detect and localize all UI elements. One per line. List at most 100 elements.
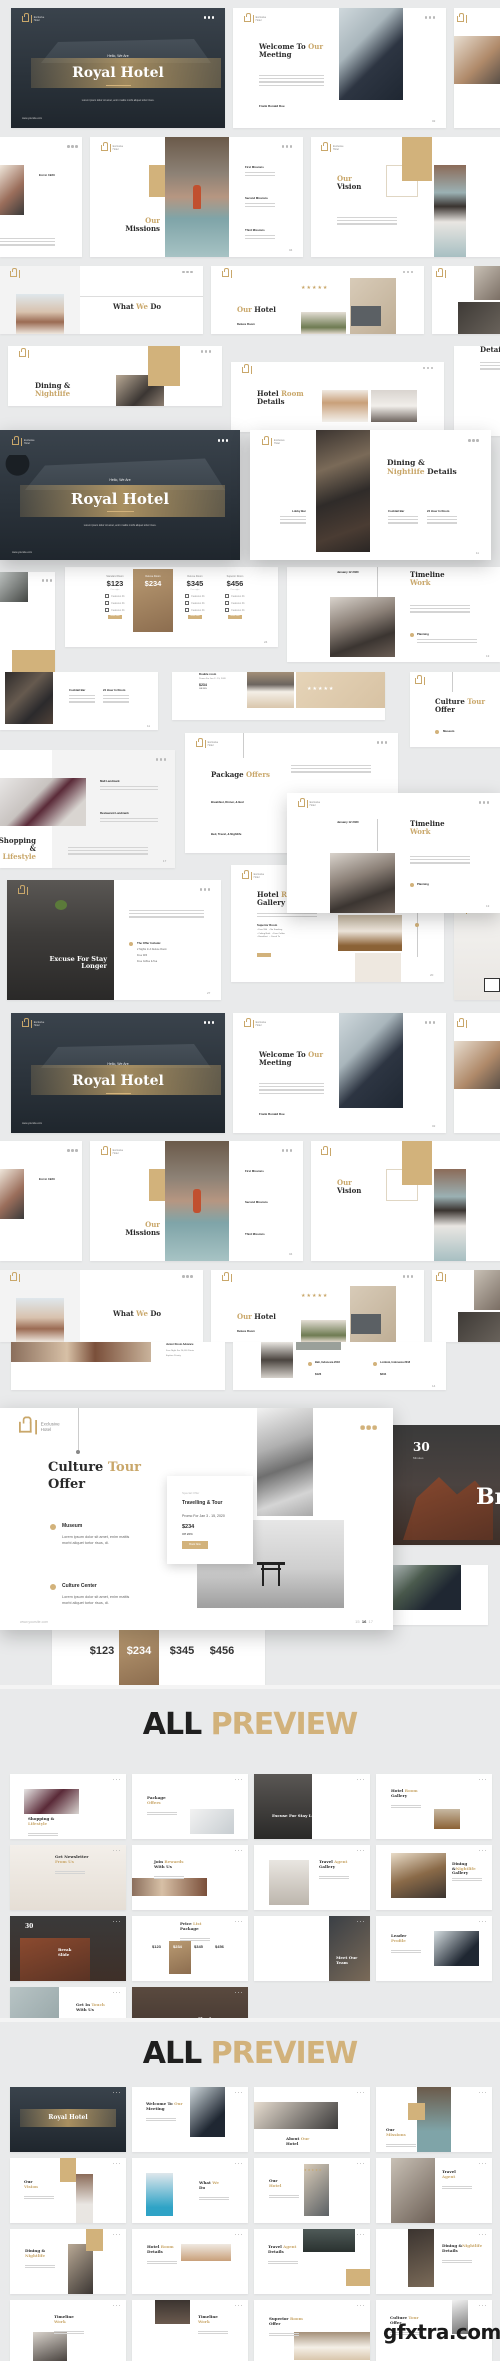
preview-thumbnail[interactable]: Hotel Room Details: [132, 2229, 248, 2294]
more-menu-icon[interactable]: [112, 1778, 121, 1781]
preview-thumbnail[interactable]: Dining & Nightlife: [10, 2229, 126, 2294]
preview-thumbnail[interactable]: Our Missions: [376, 2087, 492, 2152]
more-menu-icon[interactable]: [112, 1920, 121, 1923]
more-menu-icon[interactable]: [234, 1920, 243, 1923]
slide-what-we-do[interactable]: What We Do: [0, 1270, 203, 1342]
slide-double-room[interactable]: Double room Promo For Jan 3 - 15, 2020 $…: [172, 672, 385, 720]
slide-junior-room[interactable]: Junior Room Advance Free Night For 20,00…: [11, 1342, 225, 1390]
preview-thumbnail[interactable]: Get Newsletter From Us: [10, 1845, 126, 1910]
slide-break[interactable]: 30 Minutes Br: [393, 1425, 500, 1545]
more-menu-icon[interactable]: [478, 1778, 487, 1781]
slide-about-text[interactable]: Est in 1923: [0, 1141, 82, 1261]
preview-thumbnail[interactable]: Get In Touch With Us: [10, 1987, 126, 2018]
preview-thumbnail[interactable]: Shopping & Lifestyle: [10, 1774, 126, 1839]
more-menu-icon[interactable]: [356, 2233, 365, 2236]
more-menu-icon[interactable]: [478, 2162, 487, 2165]
slide-cocktail[interactable]: Cocktail Bar 24 Hour In Room 11: [0, 672, 158, 730]
more-menu-icon[interactable]: [234, 1778, 243, 1781]
slide-details[interactable]: [432, 266, 500, 334]
slide-vision[interactable]: Our Vision: [311, 1141, 500, 1261]
preview-thumbnail[interactable]: Join Rewards With Us: [132, 1845, 248, 1910]
slide-excuse[interactable]: Excuse For Stay Longer The Offer Include…: [7, 880, 221, 1000]
more-menu-icon[interactable]: [234, 2162, 243, 2165]
more-menu-icon[interactable]: [478, 2233, 487, 2236]
more-menu-icon[interactable]: [234, 2304, 243, 2307]
slide-timeline-featured[interactable]: Exclusive Hotel January 12 2020 Timeline W…: [287, 793, 500, 913]
slide-our-hotel[interactable]: ★★★★★ Our Hotel Deluxe Room: [211, 1270, 424, 1342]
more-menu-icon[interactable]: [478, 2091, 487, 2094]
slide-vision[interactable]: Exclusive Hotel Our Vision: [311, 137, 500, 257]
slide-edge[interactable]: [432, 1270, 500, 1342]
more-menu-icon[interactable]: [468, 439, 479, 442]
preview-thumbnail[interactable]: Dining &Nightlife Details: [376, 2229, 492, 2294]
slide-what-we-do[interactable]: What We Do: [0, 266, 203, 334]
book-button[interactable]: Book Now: [188, 615, 202, 619]
preview-thumbnail[interactable]: Our Vision: [10, 2158, 126, 2223]
more-menu-icon[interactable]: [356, 1849, 365, 1852]
preview-thumbnail[interactable]: Travel Agent Gallery: [254, 1845, 370, 1910]
preview-thumbnail[interactable]: Our Hotel ★★★★★: [254, 2158, 370, 2223]
more-menu-icon[interactable]: [478, 1920, 487, 1923]
preview-thumbnail[interactable]: Welcome To Our Meeting: [132, 2087, 248, 2152]
slide-missions[interactable]: Exclusive Hotel Our Missions First Mission…: [90, 137, 303, 257]
more-menu-icon[interactable]: [478, 2304, 487, 2307]
slide-cover[interactable]: Exclusive Hotel Hello, We Are Royal Hotel…: [11, 8, 225, 128]
slide-welcome[interactable]: Exclusive Hotel Welcome To Our Meeting Fra…: [233, 1013, 446, 1133]
preview-thumbnail[interactable]: Timeline Work: [10, 2300, 126, 2361]
slide-cover-featured[interactable]: Exclusive Hotel Hello, We Are Royal Hotel…: [0, 430, 240, 560]
preview-thumbnail[interactable]: Excuse For Stay Longer: [254, 1774, 370, 1839]
more-menu-icon[interactable]: [203, 16, 215, 19]
more-menu-icon[interactable]: [478, 1849, 487, 1852]
slide-about[interactable]: [454, 8, 500, 128]
slide-pricing[interactable]: Standard Room $123 Per night Features 01…: [65, 567, 278, 647]
preview-thumbnail[interactable]: Travel Agent Details: [254, 2229, 370, 2294]
more-menu-icon[interactable]: [356, 2304, 365, 2307]
preview-thumbnail[interactable]: Break Slide 30: [10, 1916, 126, 1981]
more-menu-icon[interactable]: [234, 2091, 243, 2094]
more-menu-icon[interactable]: [234, 1991, 243, 1994]
slide-our-hotel[interactable]: ★★★★★ Our Hotel Deluxe Room: [211, 266, 424, 334]
pagination[interactable]: 15 16 17: [355, 1619, 373, 1625]
more-menu-icon[interactable]: [112, 2233, 121, 2236]
more-menu-icon[interactable]: [112, 2162, 121, 2165]
preview-thumbnail[interactable]: Package Offers: [132, 1774, 248, 1839]
slide-dining[interactable]: Dining & Nightlife: [8, 346, 222, 406]
more-menu-icon[interactable]: [356, 2162, 365, 2165]
preview-thumbnail[interactable]: Price List Package $123 $234 $345 $456: [132, 1916, 248, 1981]
book-button[interactable]: Book Now: [108, 615, 122, 619]
preview-thumbnail[interactable]: Royal Hotel: [10, 2087, 126, 2152]
more-menu-icon[interactable]: [356, 1920, 365, 1923]
preview-thumbnail[interactable]: Dining &Nightlife Gallery: [376, 1845, 492, 1910]
preview-thumbnail[interactable]: Timeline Work: [132, 2300, 248, 2361]
slide-cover[interactable]: Exclusive Hotel Hello, We Are Royal Hotel…: [11, 1013, 225, 1133]
slide-culture-small[interactable]: Culture Tour Offer Museum: [410, 672, 500, 747]
slide-lobby-photo[interactable]: [0, 572, 55, 672]
preview-thumbnail[interactable]: Meet Our Team: [254, 1916, 370, 1981]
slide-pricing[interactable]: $123 $234 $345 $456: [52, 1630, 265, 1685]
preview-thumbnail[interactable]: Travel Agent: [376, 2158, 492, 2223]
book-button[interactable]: Book Now: [228, 615, 242, 619]
slide-shopping[interactable]: Shopping & Lifestyle Mall Landmark Restau…: [0, 750, 175, 868]
mail-icon[interactable]: [484, 978, 500, 992]
more-menu-icon[interactable]: [112, 2304, 121, 2307]
offer-card[interactable]: Special Offer Travelling & Tour Promo Fo…: [167, 1476, 253, 1564]
more-menu-icon[interactable]: [112, 1849, 121, 1852]
slide-culture-featured[interactable]: Exclusive Hotel Culture Tour Offer Museum …: [0, 1408, 393, 1630]
slide-room-details[interactable]: Hotel Room Details: [231, 362, 444, 432]
more-menu-icon[interactable]: [356, 1778, 365, 1781]
slide-welcome[interactable]: Exclusive Hotel Welcome To Our Meeting Fra…: [233, 8, 446, 128]
more-menu-icon[interactable]: [217, 439, 228, 442]
slide-missions[interactable]: Exclusive Hotel Our Missions First Mission…: [90, 1141, 303, 1261]
preview-thumbnail[interactable]: Leader Profile: [376, 1916, 492, 1981]
slide-about[interactable]: [454, 1013, 500, 1133]
slide-newsletter-edge[interactable]: [454, 900, 500, 1000]
slide-travel-agent[interactable]: Bali, Indonesia 2018 $123 Lombok, Indone…: [233, 1342, 446, 1390]
book-now-button[interactable]: Book Now: [182, 1541, 208, 1549]
slide-details-right[interactable]: Detail: [454, 346, 500, 436]
more-menu-icon[interactable]: [234, 2233, 243, 2236]
more-menu-icon[interactable]: [203, 1021, 215, 1024]
preview-thumbnail[interactable]: ThankYou: [132, 1987, 248, 2018]
preview-thumbnail[interactable]: About Our Hotel: [254, 2087, 370, 2152]
more-menu-icon[interactable]: [281, 145, 293, 148]
more-menu-icon[interactable]: [112, 1991, 121, 1994]
